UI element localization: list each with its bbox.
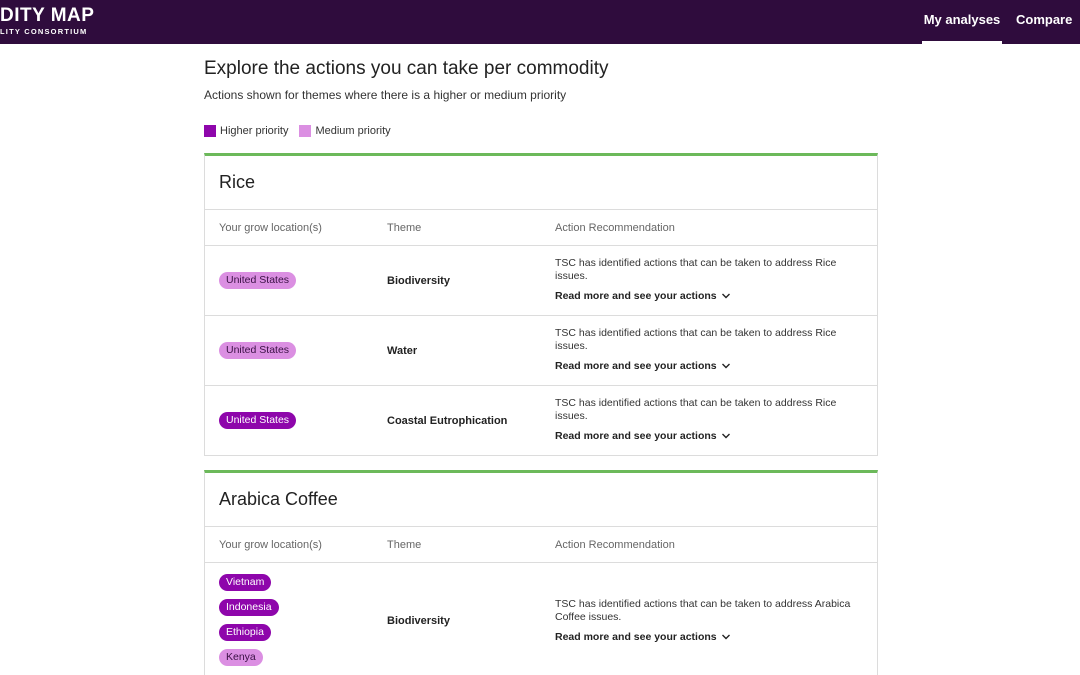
page-subtitle: Actions shown for themes where there is … xyxy=(204,88,567,102)
action-recommendation: TSC has identified actions that can be t… xyxy=(555,598,865,643)
nav-my-analyses[interactable]: My analyses xyxy=(922,0,1002,44)
legend-higher: Higher priority xyxy=(204,125,288,137)
location-chips: United States xyxy=(219,272,297,297)
action-text: TSC has identified actions that can be t… xyxy=(555,257,837,282)
commodity-card-rice: Rice Your grow location(s) Theme Action … xyxy=(204,153,878,456)
table-row: United States Biodiversity TSC has ident… xyxy=(205,246,877,316)
column-header-location: Your grow location(s) xyxy=(219,539,322,551)
legend-medium-label: Medium priority xyxy=(315,125,391,137)
column-header-action: Action Recommendation xyxy=(555,539,675,551)
theme-label: Water xyxy=(387,345,418,357)
location-chips: Vietnam Indonesia Ethiopia Kenya xyxy=(219,574,279,674)
chevron-down-icon xyxy=(721,433,730,439)
table-row: United States Coastal Eutrophication TSC… xyxy=(205,386,877,456)
action-text: TSC has identified actions that can be t… xyxy=(555,327,837,352)
location-chip: Indonesia xyxy=(219,599,279,616)
priority-legend: Higher priority Medium priority xyxy=(204,125,402,137)
read-more-link[interactable]: Read more and see your actions xyxy=(555,430,865,442)
nav-compare[interactable]: Compare xyxy=(1016,0,1072,44)
legend-higher-label: Higher priority xyxy=(220,125,289,137)
column-header-action: Action Recommendation xyxy=(555,222,675,234)
action-text: TSC has identified actions that can be t… xyxy=(555,397,837,422)
logo-title: DITY MAP xyxy=(0,5,95,26)
column-header-location: Your grow location(s) xyxy=(219,222,322,234)
action-recommendation: TSC has identified actions that can be t… xyxy=(555,257,865,302)
legend-medium: Medium priority xyxy=(299,125,391,137)
action-text: TSC has identified actions that can be t… xyxy=(555,598,851,623)
medium-priority-swatch xyxy=(299,125,312,137)
location-chip: United States xyxy=(219,272,297,289)
location-chips: United States xyxy=(219,412,297,437)
read-more-label: Read more and see your actions xyxy=(555,631,717,643)
commodity-title: Rice xyxy=(205,156,877,210)
read-more-label: Read more and see your actions xyxy=(555,290,717,302)
theme-label: Coastal Eutrophication xyxy=(387,415,508,427)
logo-subtitle: LITY CONSORTIUM xyxy=(0,27,88,36)
location-chip: Kenya xyxy=(219,649,263,666)
chevron-down-icon xyxy=(721,634,730,640)
chevron-down-icon xyxy=(721,293,730,299)
table-row: Vietnam Indonesia Ethiopia Kenya Biodive… xyxy=(205,563,877,675)
table-row: United States Water TSC has identified a… xyxy=(205,316,877,386)
read-more-link[interactable]: Read more and see your actions xyxy=(555,290,865,302)
read-more-link[interactable]: Read more and see your actions xyxy=(555,360,865,372)
commodity-title: Arabica Coffee xyxy=(205,473,877,527)
read-more-label: Read more and see your actions xyxy=(555,430,717,442)
site-logo[interactable]: DITY MAP LITY CONSORTIUM xyxy=(0,6,94,37)
page-title: Explore the actions you can take per com… xyxy=(204,58,609,79)
action-recommendation: TSC has identified actions that can be t… xyxy=(555,397,865,442)
location-chip: United States xyxy=(219,342,297,359)
column-header-theme: Theme xyxy=(387,222,422,234)
theme-label: Biodiversity xyxy=(387,275,450,287)
location-chip: Vietnam xyxy=(219,574,272,591)
chevron-down-icon xyxy=(721,363,730,369)
location-chips: United States xyxy=(219,342,297,367)
location-chip: United States xyxy=(219,412,297,429)
table-header: Your grow location(s) Theme Action Recom… xyxy=(205,210,877,246)
column-header-theme: Theme xyxy=(387,539,422,551)
action-recommendation: TSC has identified actions that can be t… xyxy=(555,327,865,372)
read-more-link[interactable]: Read more and see your actions xyxy=(555,631,865,643)
table-header: Your grow location(s) Theme Action Recom… xyxy=(205,527,877,563)
higher-priority-swatch xyxy=(204,125,216,137)
commodity-card-arabica-coffee: Arabica Coffee Your grow location(s) The… xyxy=(204,470,878,675)
top-navigation-bar: DITY MAP LITY CONSORTIUM My analyses Com… xyxy=(0,0,1080,44)
theme-label: Biodiversity xyxy=(387,615,450,627)
location-chip: Ethiopia xyxy=(219,624,271,641)
read-more-label: Read more and see your actions xyxy=(555,360,717,372)
